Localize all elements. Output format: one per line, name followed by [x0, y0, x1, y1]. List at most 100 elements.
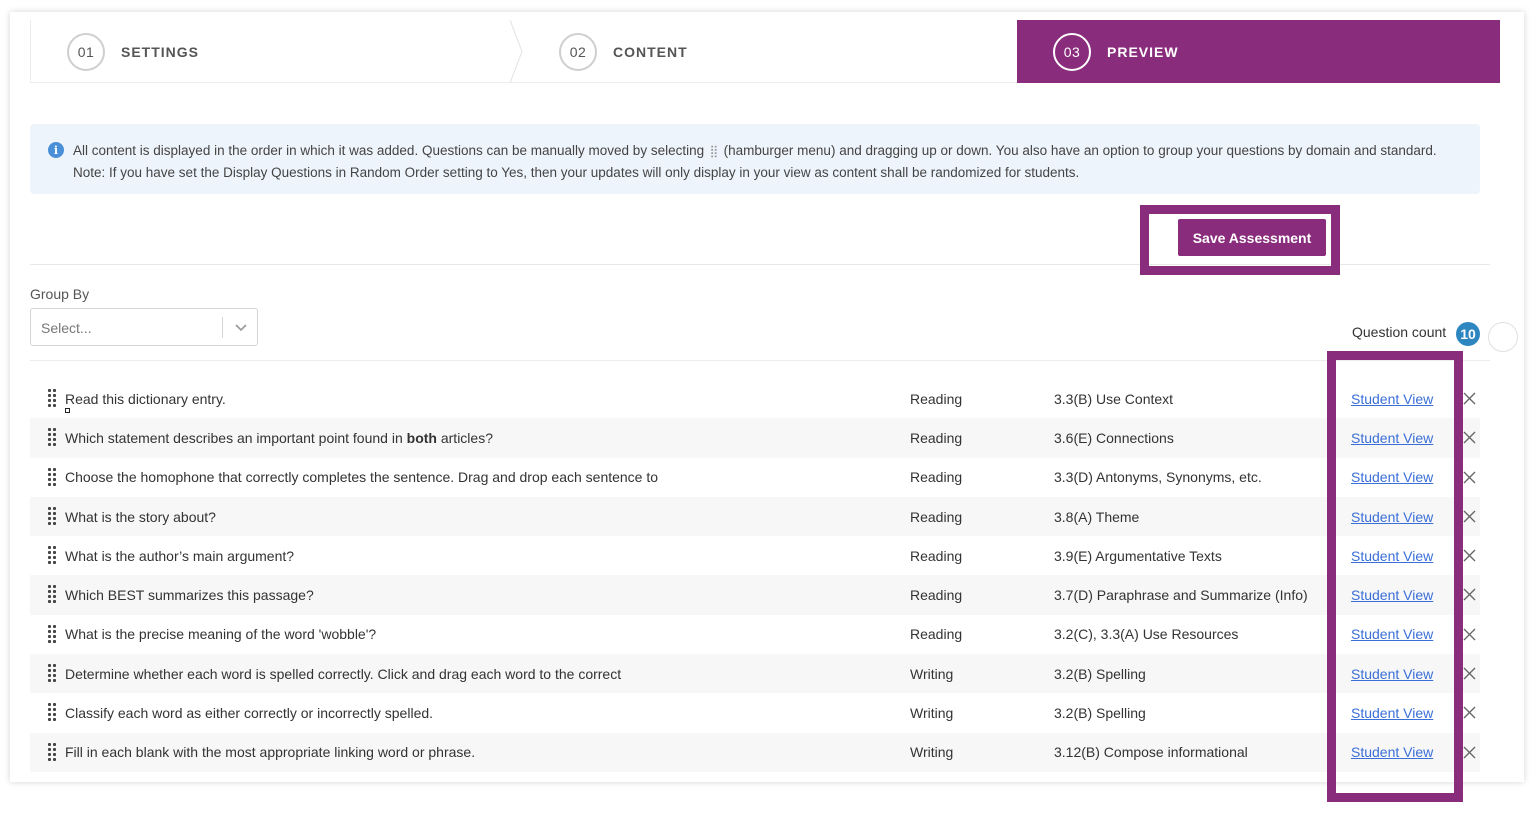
question-text: What is the story about?: [65, 509, 216, 525]
question-text: Read this dictionary entry.: [65, 391, 226, 407]
student-view-highlight: [1327, 351, 1463, 802]
question-text-start: Which statement describes an important p…: [65, 429, 407, 446]
group-by-placeholder: Select...: [41, 320, 92, 336]
question-domain: Writing: [910, 705, 954, 722]
question-standard: 3.2(B) Spelling: [1054, 705, 1146, 722]
close-icon[interactable]: [1463, 706, 1476, 719]
question-row: Classify each word as either correctly o…: [30, 693, 1480, 732]
question-text: What is the precise meaning of the word …: [65, 626, 376, 642]
question-standard: 3.8(A) Theme: [1054, 508, 1140, 525]
select-separator: [222, 317, 223, 338]
drag-handle-icon[interactable]: [48, 664, 56, 684]
step-label: CONTENT: [613, 43, 688, 60]
question-standard: 3.3(D) Antonyms, Synonyms, etc.: [1054, 469, 1262, 486]
step-number: 01: [67, 32, 105, 71]
question-list: Read this dictionary entry. Reading 3.3(…: [30, 379, 1480, 772]
question-text: What is the author’s main argument?: [65, 548, 294, 564]
question-row: What is the author’s main argument? Read…: [30, 536, 1480, 575]
drag-handle-icon[interactable]: [48, 467, 56, 488]
question-row: Choose the homophone that correctly comp…: [30, 458, 1480, 497]
close-icon[interactable]: [1463, 628, 1476, 641]
question-text-end: articles?: [436, 429, 493, 446]
drag-handle-icon[interactable]: [48, 703, 56, 723]
assessment-card: 01 SETTINGS 02 CONTENT 03 PREVIEW i All …: [10, 12, 1524, 782]
step-divider-chevron: [510, 20, 523, 83]
question-text: Fill in each blank with the most appropr…: [65, 744, 475, 760]
hamburger-icon: ⣿: [709, 144, 719, 158]
question-row: Fill in each blank with the most appropr…: [30, 732, 1480, 772]
question-text: Which BEST summarizes this passage?: [65, 587, 314, 603]
question-domain: Reading: [910, 469, 963, 486]
question-standard: 3.12(B) Compose informational: [1054, 744, 1248, 761]
question-count-badge: 10: [1456, 322, 1480, 346]
close-icon[interactable]: [1463, 431, 1476, 444]
close-icon[interactable]: [1463, 510, 1476, 523]
question-standard: 3.2(C), 3.3(A) Use Resources: [1054, 626, 1239, 643]
question-standard: 3.6(E) Connections: [1054, 429, 1174, 446]
question-row: Which statement describes an important p…: [30, 418, 1480, 458]
step-preview[interactable]: 03 PREVIEW: [1017, 20, 1500, 83]
question-text-bold: both: [406, 429, 437, 446]
step-number: 02: [559, 32, 597, 71]
question-domain: Writing: [910, 744, 954, 761]
question-text: Determine whether each word is spelled c…: [65, 666, 621, 682]
question-text-start: What is the story about?: [65, 508, 216, 525]
group-by-select[interactable]: Select...: [30, 308, 258, 346]
stepper: 01 SETTINGS 02 CONTENT 03 PREVIEW: [30, 20, 1500, 83]
question-text: Choose the homophone that correctly comp…: [65, 469, 658, 485]
question-row: Which BEST summarizes this passage? Read…: [30, 575, 1480, 615]
question-row: Read this dictionary entry. Reading 3.3(…: [30, 379, 1480, 418]
drag-handle-icon[interactable]: [48, 546, 56, 566]
question-text-start: Which BEST summarizes this passage?: [65, 587, 314, 604]
question-standard: 3.2(B) Spelling: [1054, 665, 1146, 682]
question-standard: 3.9(E) Argumentative Texts: [1054, 547, 1222, 564]
step-content[interactable]: 02 CONTENT: [523, 20, 1017, 83]
step-number: 03: [1053, 32, 1091, 71]
drag-handle-icon[interactable]: [48, 585, 56, 605]
small-marker-icon: [65, 408, 70, 413]
close-icon[interactable]: [1463, 392, 1476, 405]
question-text: Which statement describes an important p…: [65, 430, 493, 446]
step-settings[interactable]: 01 SETTINGS: [30, 20, 523, 83]
question-standard: 3.7(D) Paraphrase and Summarize (Info): [1054, 587, 1308, 604]
step-label: PREVIEW: [1107, 43, 1179, 60]
question-domain: Reading: [910, 390, 963, 407]
question-text: Classify each word as either correctly o…: [65, 705, 433, 721]
drag-handle-icon[interactable]: [48, 389, 56, 409]
close-icon[interactable]: [1463, 588, 1476, 601]
chevron-down-icon[interactable]: [233, 319, 249, 335]
question-text-start: Fill in each blank with the most appropr…: [65, 744, 476, 761]
question-domain: Reading: [910, 587, 963, 604]
question-text-start: Classify each word as either correctly o…: [65, 705, 434, 722]
group-by-label: Group By: [30, 286, 90, 302]
question-domain: Writing: [910, 665, 954, 682]
info-banner: i All content is displayed in the order …: [30, 124, 1480, 194]
question-text-start: Choose the homophone that correctly comp…: [65, 469, 659, 486]
close-icon[interactable]: [1463, 549, 1476, 562]
info-icon: i: [48, 142, 64, 158]
drag-handle-icon[interactable]: [48, 624, 56, 645]
drag-handle-icon[interactable]: [48, 742, 56, 763]
step-label: SETTINGS: [121, 43, 200, 60]
drag-handle-icon[interactable]: [48, 428, 56, 448]
question-domain: Reading: [910, 547, 963, 564]
drag-handle-icon[interactable]: [48, 506, 56, 527]
save-assessment-button[interactable]: Save Assessment: [1178, 219, 1326, 256]
question-row: Determine whether each word is spelled c…: [30, 654, 1480, 694]
question-row: What is the precise meaning of the word …: [30, 615, 1480, 654]
question-domain: Reading: [910, 508, 963, 525]
question-text-start: What is the author’s main argument?: [65, 547, 295, 564]
question-row: What is the story about? Reading 3.8(A) …: [30, 496, 1480, 537]
question-text-start: Determine whether each word is spelled c…: [65, 665, 622, 682]
list-divider: [30, 360, 1490, 361]
question-text-start: What is the precise meaning of the word …: [65, 626, 377, 643]
close-icon[interactable]: [1463, 667, 1476, 680]
close-icon[interactable]: [1463, 746, 1476, 759]
info-text-start: All content is displayed in the order in…: [73, 143, 705, 158]
question-domain: Reading: [910, 429, 963, 446]
question-domain: Reading: [910, 626, 963, 643]
question-text-start: Read this dictionary entry.: [65, 390, 226, 407]
close-icon[interactable]: [1463, 471, 1476, 484]
question-standard: 3.3(B) Use Context: [1054, 390, 1174, 407]
scroll-control[interactable]: [1488, 322, 1518, 352]
